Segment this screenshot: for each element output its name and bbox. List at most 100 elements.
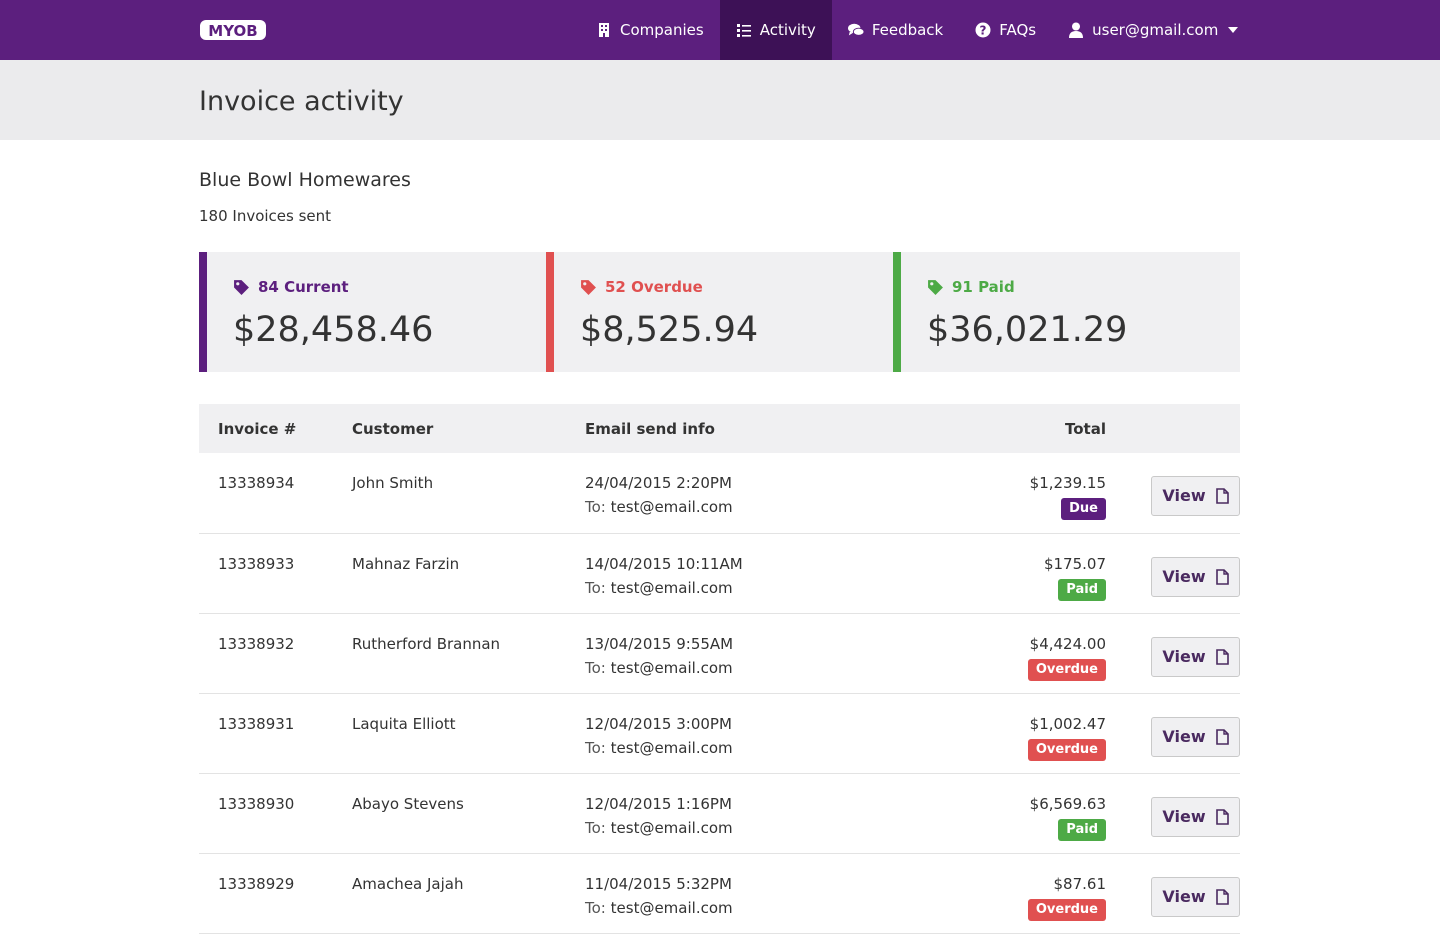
to-label: To: — [585, 658, 606, 677]
email-send-info: 14/04/2015 10:11AM To: test@email.com — [566, 533, 816, 613]
company-name: Blue Bowl Homewares — [199, 169, 411, 191]
send-date: 14/04/2015 10:11AM — [585, 554, 743, 573]
invoice-number: 13338933 — [218, 554, 295, 573]
invoice-number: 13338931 — [218, 714, 295, 733]
table-row: 13338932 Rutherford Brannan 13/04/2015 9:5… — [199, 613, 1240, 693]
nav-faqs-label: FAQs — [999, 21, 1037, 39]
view-invoice-button[interactable]: View — [1151, 636, 1240, 677]
invoice-total: $6,569.63 Paid — [816, 773, 1106, 853]
file-icon — [1215, 648, 1229, 665]
invoice-number: 13338934 — [218, 474, 295, 492]
send-recipient: To: test@email.com — [585, 816, 816, 840]
view-invoice-button[interactable]: View — [1151, 876, 1240, 917]
header-customer: Customer — [352, 419, 434, 438]
send-recipient: To: test@email.com — [585, 576, 816, 600]
page-title: Invoice activity — [199, 86, 404, 117]
nav-feedback[interactable]: Feedback — [832, 0, 959, 60]
status-badge: Overdue — [1027, 658, 1106, 681]
myob-logo[interactable]: MYOB — [199, 18, 269, 42]
user-menu[interactable]: user@gmail.com — [1052, 0, 1254, 60]
action-cell: View — [1106, 453, 1240, 533]
status-badge: Due — [1061, 498, 1106, 520]
to-label: To: — [585, 578, 606, 597]
nav-activity[interactable]: Activity — [719, 0, 832, 60]
question-circle-icon: ? — [975, 22, 991, 38]
send-recipient: To: test@email.com — [585, 495, 816, 519]
header-email: Email send info — [585, 419, 715, 438]
send-recipient: To: test@email.com — [585, 656, 816, 680]
main-nav: Companies Activity Feedback ? FAQs user@… — [580, 0, 1254, 60]
header-total: Total — [1065, 419, 1106, 438]
to-label: To: — [585, 898, 606, 917]
email-send-info: 13/04/2015 9:55AM To: test@email.com — [566, 613, 816, 693]
svg-text:?: ? — [980, 24, 987, 38]
table-row: 13338934 John Smith 24/04/2015 2:20PM To: t… — [199, 453, 1240, 533]
invoice-total: $87.61 Overdue — [816, 853, 1106, 933]
file-icon — [1215, 728, 1229, 745]
tag-icon — [928, 279, 943, 295]
email-send-info: 12/04/2015 3:00PM To: test@email.com — [566, 693, 816, 773]
file-icon — [1215, 568, 1229, 585]
action-cell: View — [1106, 853, 1240, 933]
view-label: View — [1162, 886, 1206, 906]
user-email: user@gmail.com — [1092, 21, 1219, 39]
to-label: To: — [585, 498, 606, 516]
paid-label: 91 Paid — [952, 278, 1015, 296]
current-card: 84 Current $28,458.46 — [199, 252, 546, 372]
table-row: 13338929 Amachea Jajah 11/04/2015 5:32PM To… — [199, 853, 1240, 933]
action-cell: View — [1106, 693, 1240, 773]
tag-icon — [581, 279, 596, 295]
chevron-down-icon — [1228, 27, 1239, 33]
view-invoice-button[interactable]: View — [1151, 796, 1240, 837]
view-label: View — [1162, 486, 1206, 505]
email-send-info: 11/04/2015 5:32PM To: test@email.com — [566, 853, 816, 933]
invoice-number: 13338930 — [218, 794, 295, 813]
action-cell: View — [1106, 613, 1240, 693]
send-date: 13/04/2015 9:55AM — [585, 634, 734, 653]
nav-companies-label: Companies — [620, 21, 704, 39]
svg-text:MYOB: MYOB — [208, 22, 257, 40]
nav-activity-label: Activity — [759, 21, 816, 39]
to-label: To: — [585, 818, 606, 837]
nav-companies[interactable]: Companies — [580, 0, 720, 60]
view-invoice-button[interactable]: View — [1151, 556, 1240, 597]
file-icon — [1215, 488, 1229, 504]
recipient-email: test@email.com — [610, 898, 733, 917]
paid-card: 91 Paid $36,021.29 — [893, 252, 1240, 372]
send-recipient: To: test@email.com — [585, 896, 816, 920]
action-cell: View — [1106, 533, 1240, 613]
invoice-total: $1,002.47 Overdue — [816, 693, 1106, 773]
total-amount: $6,569.63 — [1029, 794, 1106, 813]
view-label: View — [1162, 646, 1206, 666]
send-date: 12/04/2015 1:16PM — [585, 794, 732, 813]
customer-name: Laquita Elliott — [352, 714, 456, 733]
send-date: 11/04/2015 5:32PM — [585, 874, 732, 893]
customer-name: Mahnaz Farzin — [352, 554, 460, 573]
view-invoice-button[interactable]: View — [1151, 716, 1240, 757]
view-invoice-button[interactable]: View — [1151, 476, 1240, 516]
recipient-email: test@email.com — [610, 818, 733, 837]
nav-feedback-label: Feedback — [871, 21, 944, 39]
summary-cards: 84 Current $28,458.46 52 Overdue $8,525.… — [199, 252, 1240, 372]
table-row: 13338930 Abayo Stevens 12/04/2015 1:16PM To… — [199, 773, 1240, 853]
total-amount: $1,002.47 — [1029, 714, 1106, 733]
total-amount: $175.07 — [1043, 554, 1106, 573]
view-label: View — [1162, 726, 1206, 746]
send-date: 24/04/2015 2:20PM — [585, 474, 732, 492]
status-badge: Paid — [1058, 818, 1106, 841]
nav-faqs[interactable]: ? FAQs — [959, 0, 1052, 60]
overdue-label: 52 Overdue — [605, 278, 703, 296]
user-icon — [1069, 22, 1084, 38]
header-action — [1106, 404, 1240, 453]
building-icon — [599, 23, 609, 37]
invoice-table: Invoice # Customer Email send info Total… — [199, 404, 1240, 934]
file-icon — [1215, 808, 1229, 825]
recipient-email: test@email.com — [610, 498, 733, 516]
list-icon — [736, 24, 751, 37]
overdue-amount: $8,525.94 — [580, 310, 759, 350]
invoice-total: $175.07 Paid — [816, 533, 1106, 613]
current-label: 84 Current — [258, 278, 349, 296]
invoice-number: 13338932 — [218, 634, 295, 653]
total-amount: $1,239.15 — [1029, 474, 1106, 492]
email-send-info: 12/04/2015 1:16PM To: test@email.com — [566, 773, 816, 853]
